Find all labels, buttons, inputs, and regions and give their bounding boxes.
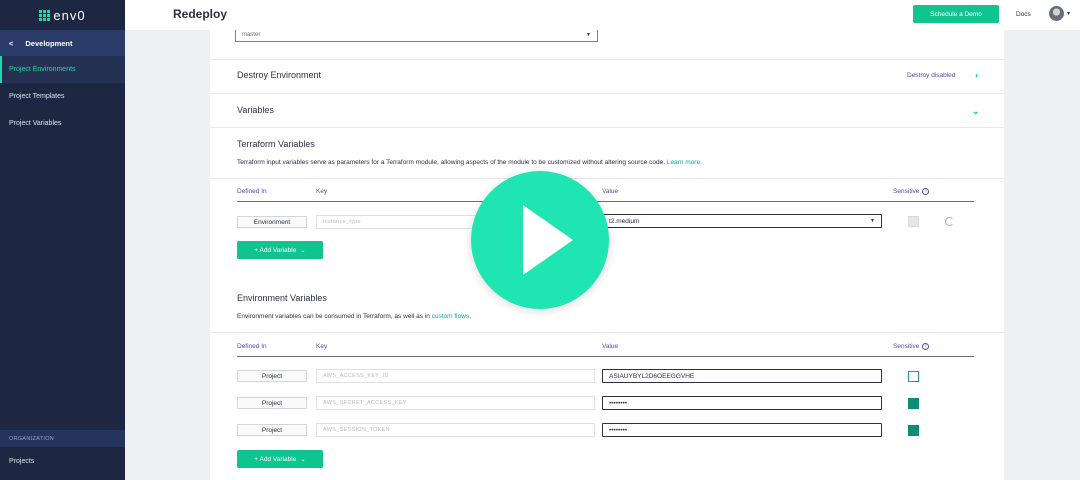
- divider: [210, 93, 1004, 94]
- info-icon[interactable]: i: [922, 188, 930, 195]
- chevron-down-icon: ⌄: [300, 456, 306, 463]
- project-name: Development: [25, 38, 73, 48]
- chevron-down-icon: ▼: [870, 218, 875, 224]
- add-environment-variable-button[interactable]: + Add Variable ⌄: [237, 450, 323, 468]
- revision-select[interactable]: master ▼: [235, 30, 598, 42]
- divider: [210, 59, 1004, 60]
- value-input[interactable]: ••••••••: [602, 396, 882, 410]
- key-input[interactable]: AWS_SECRET_ACCESS_KEY: [316, 396, 595, 410]
- destroy-environment-title[interactable]: Destroy Environment: [237, 70, 321, 80]
- environment-variables-description: Environment variables can be consumed in…: [237, 313, 471, 320]
- sidebar-item-project-templates[interactable]: Project Templates: [0, 83, 125, 110]
- value-input[interactable]: ••••••••: [602, 423, 882, 437]
- sensitive-checkbox[interactable]: [908, 398, 919, 409]
- play-icon[interactable]: [471, 171, 609, 309]
- column-header-defined-in: Defined In: [237, 188, 267, 195]
- loading-spinner-icon: [945, 217, 954, 226]
- description-text: Environment variables can be consumed in…: [237, 313, 430, 320]
- defined-in-tag: Project: [237, 424, 307, 436]
- header-divider: [237, 201, 974, 202]
- description-text: Terraform input variables serve as param…: [237, 159, 666, 166]
- sensitive-checkbox[interactable]: [908, 425, 919, 436]
- value-input[interactable]: ASIAUYBYL2D6OEEGGVHE: [602, 369, 882, 383]
- sensitive-label: Sensitive: [893, 188, 920, 196]
- add-terraform-variable-button[interactable]: + Add Variable ⌄: [237, 241, 323, 259]
- destroy-status: Destroy disabled: [907, 72, 956, 79]
- column-header-value: Value: [602, 343, 619, 350]
- page-title: Redeploy: [173, 7, 228, 21]
- brand-name: env0: [53, 7, 86, 23]
- key-input[interactable]: AWS_ACCESS_KEY_ID: [316, 369, 595, 383]
- add-variable-label: + Add Variable: [254, 455, 297, 463]
- organization-header: ORGANIZATION: [0, 430, 125, 447]
- info-icon[interactable]: i: [922, 343, 930, 350]
- learn-more-link[interactable]: Learn more.: [667, 159, 702, 166]
- defined-in-tag: Environment: [237, 216, 307, 228]
- revision-select-value: master: [242, 32, 261, 38]
- sidebar-item-project-variables[interactable]: Project Variables: [0, 110, 125, 137]
- variables-title[interactable]: Variables: [237, 105, 274, 115]
- project-switcher[interactable]: < Development: [0, 30, 125, 56]
- chevron-down-icon[interactable]: ⌄: [972, 106, 980, 117]
- logo-mark-icon: [39, 9, 51, 21]
- top-bar: Redeploy Schedule a Demo Docs ▾: [125, 0, 1080, 30]
- brand-logo[interactable]: env0: [0, 0, 125, 30]
- column-header-defined-in: Defined In: [237, 343, 267, 350]
- chevron-down-icon[interactable]: ▾: [1067, 10, 1070, 17]
- terraform-variables-title: Terraform Variables: [237, 139, 315, 149]
- column-header-sensitive: Sensitive i: [893, 343, 930, 351]
- sensitive-checkbox[interactable]: [908, 371, 919, 382]
- sensitive-label: Sensitive: [893, 343, 920, 351]
- sidebar-item-projects[interactable]: Projects: [0, 450, 125, 472]
- defined-in-tag: Project: [237, 397, 307, 409]
- chevron-down-icon: ⌄: [300, 247, 306, 254]
- sidebar-item-project-environments[interactable]: Project Environments: [0, 56, 125, 83]
- column-header-sensitive: Sensitive i: [893, 188, 930, 196]
- defined-in-tag: Project: [237, 370, 307, 382]
- chevron-left-icon[interactable]: <: [9, 39, 13, 48]
- sensitive-checkbox[interactable]: [908, 216, 919, 227]
- value-text: t2.medium: [609, 217, 640, 225]
- column-header-key: Key: [316, 343, 328, 350]
- sidebar: env0 < Development Project Environments …: [0, 0, 125, 480]
- chevron-right-icon[interactable]: ›: [975, 70, 978, 80]
- divider: [210, 127, 1004, 128]
- chevron-down-icon: ▼: [586, 32, 591, 38]
- schedule-demo-button[interactable]: Schedule a Demo: [913, 5, 999, 23]
- terraform-variables-description: Terraform input variables serve as param…: [237, 159, 702, 166]
- environment-variables-title: Environment Variables: [237, 293, 327, 303]
- column-header-key: Key: [316, 188, 328, 195]
- value-select[interactable]: t2.medium ▼: [602, 214, 882, 228]
- divider: [210, 332, 1004, 333]
- divider: [210, 178, 1004, 179]
- avatar[interactable]: [1049, 6, 1064, 21]
- docs-link[interactable]: Docs: [1016, 11, 1031, 18]
- key-input[interactable]: AWS_SESSION_TOKEN: [316, 423, 595, 437]
- header-divider: [237, 356, 974, 357]
- column-header-value: Value: [602, 188, 619, 195]
- custom-flows-link[interactable]: custom flows.: [432, 313, 471, 320]
- add-variable-label: + Add Variable: [254, 246, 297, 254]
